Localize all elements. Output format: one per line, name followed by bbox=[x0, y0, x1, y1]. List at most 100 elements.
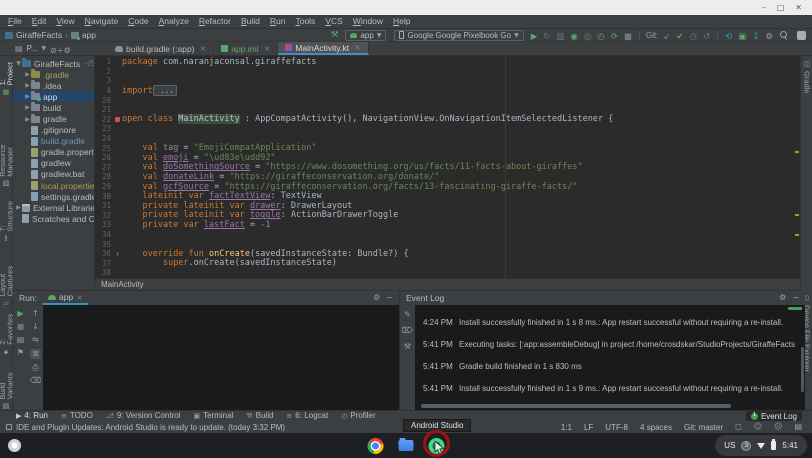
menu-refactor[interactable]: Refactor bbox=[194, 15, 236, 28]
stripe-favorites[interactable]: ★2: Favorites bbox=[0, 313, 14, 356]
menu-window[interactable]: Window bbox=[348, 15, 388, 28]
run-tab-app[interactable]: app × bbox=[43, 291, 88, 305]
collapse-all-icon[interactable]: ÷ bbox=[57, 46, 64, 55]
code-line-37[interactable]: 37 super.onCreate(savedInstanceState) bbox=[95, 258, 794, 268]
scroll-to-end-icon[interactable]: ≣ bbox=[30, 349, 41, 359]
horizontal-scrollbar[interactable] bbox=[421, 404, 731, 408]
rerun-icon[interactable]: ▶ bbox=[17, 310, 23, 318]
code-line-38[interactable]: 38 bbox=[95, 268, 794, 278]
stop-icon[interactable]: ■ bbox=[17, 323, 25, 331]
tw-logcat[interactable]: ≡6: Logcat bbox=[286, 412, 328, 420]
run-icon[interactable]: ▶ bbox=[531, 32, 538, 42]
tree-item-build[interactable]: ▶build bbox=[13, 102, 94, 113]
tree-arrow-icon[interactable]: ▶ bbox=[24, 116, 31, 123]
code-line-25[interactable]: 25 val tag = "EmojiCompatApplication" bbox=[95, 143, 794, 153]
tree-item-gradle[interactable]: ▶.gradle bbox=[13, 69, 94, 80]
code-line-4[interactable]: 4import ... bbox=[95, 86, 794, 96]
tree-arrow-icon[interactable]: ▶ bbox=[24, 93, 31, 100]
code-line-23[interactable]: 23 bbox=[95, 124, 794, 134]
status-line-separator[interactable]: LF bbox=[584, 423, 593, 432]
log-entry[interactable]: 5:41 PMInstall successfully finished in … bbox=[423, 384, 795, 393]
ide-profile-icon[interactable] bbox=[797, 31, 806, 40]
menu-code[interactable]: Code bbox=[123, 15, 153, 28]
stripe-structure[interactable]: ≔7: Structure bbox=[0, 200, 14, 242]
tab-build-gradle-app[interactable]: build.gradle (:app)× bbox=[108, 42, 214, 55]
code-line-28[interactable]: 28 val donateLink = "https://giraffecons… bbox=[95, 172, 794, 182]
profile-icon[interactable]: ◴ bbox=[597, 32, 604, 42]
tree-arrow-icon[interactable]: ▼ bbox=[15, 60, 22, 67]
menu-run[interactable]: Run bbox=[265, 15, 291, 28]
hide-panel-icon[interactable]: − bbox=[386, 294, 393, 302]
device-select[interactable]: Google Google Pixelbook Go ▼ bbox=[394, 30, 523, 41]
close-tab-icon[interactable]: × bbox=[200, 44, 207, 53]
error-marker-icon[interactable] bbox=[113, 117, 122, 122]
tab-app-iml[interactable]: app.iml× bbox=[214, 42, 278, 55]
menu-analyze[interactable]: Analyze bbox=[154, 15, 194, 28]
tree-item-gradle[interactable]: ▶gradle bbox=[13, 113, 94, 124]
chrome-app-icon[interactable] bbox=[368, 438, 384, 454]
code-line-35[interactable]: 35 bbox=[95, 239, 794, 249]
tree-item-giraffefacts[interactable]: ▼GiraffeFacts~/S bbox=[13, 58, 94, 69]
minimize-button[interactable]: – bbox=[762, 4, 766, 12]
rollback-icon[interactable]: ↺ bbox=[703, 32, 710, 42]
close-tab-icon[interactable]: × bbox=[354, 43, 361, 52]
up-stack-trace-icon[interactable]: ↑ bbox=[32, 310, 39, 318]
project-crumb[interactable]: GiraffeFacts bbox=[5, 30, 62, 40]
editor-breadcrumb[interactable]: MainActivity bbox=[95, 278, 800, 290]
apply-restart-icon[interactable]: ⟳ bbox=[611, 32, 618, 42]
device-manager-icon[interactable]: ▣ bbox=[738, 32, 746, 42]
close-icon[interactable]: × bbox=[76, 293, 83, 302]
apply-code-changes-icon[interactable]: ▥ bbox=[556, 32, 564, 42]
tree-item-gitignore[interactable]: .gitignore bbox=[13, 125, 94, 136]
down-stack-trace-icon[interactable]: ↓ bbox=[32, 323, 39, 331]
tree-item-external-libraries[interactable]: ▶External Libraries bbox=[13, 202, 94, 213]
settings-icon[interactable]: ⚙ bbox=[64, 46, 71, 55]
menu-edit[interactable]: Edit bbox=[27, 15, 52, 28]
status-indent-style[interactable]: 4 spaces bbox=[640, 423, 672, 432]
code-line-2[interactable]: 2 bbox=[95, 67, 794, 77]
launcher-button[interactable] bbox=[8, 439, 21, 452]
close-tab-icon[interactable]: × bbox=[264, 44, 271, 53]
hide-panel-icon[interactable]: − bbox=[792, 294, 799, 302]
commit-icon[interactable]: ✔ bbox=[676, 32, 683, 42]
tw-profiler[interactable]: ◴Profiler bbox=[341, 412, 375, 420]
make-project-icon[interactable]: ⚒ bbox=[331, 31, 339, 40]
memory-indicator-icon[interactable]: ▤ bbox=[794, 423, 802, 431]
code-line-30[interactable]: 30 lateinit var factTextView: TextView bbox=[95, 191, 794, 201]
warning-stripe-mark[interactable] bbox=[795, 234, 799, 236]
print-icon[interactable]: ⎙ bbox=[32, 364, 38, 372]
history-icon[interactable]: ◷ bbox=[690, 32, 697, 42]
feedback-happy-icon[interactable]: ☺ bbox=[754, 423, 762, 431]
code-editor[interactable]: 1package com.naranjaconsal.giraffefacts2… bbox=[95, 56, 800, 290]
system-tray[interactable]: US 3 5:41 bbox=[715, 435, 807, 456]
apply-changes-icon[interactable]: ↻ bbox=[543, 32, 550, 42]
pin-icon[interactable]: ⚑ bbox=[17, 349, 24, 357]
event-log-button[interactable]: 1 Event Log bbox=[746, 411, 802, 421]
feedback-sad-icon[interactable]: ☹ bbox=[774, 423, 782, 431]
menu-vcs[interactable]: VCS bbox=[320, 15, 347, 28]
code-line-32[interactable]: 32 private lateinit var toggle: ActionBa… bbox=[95, 211, 794, 221]
stripe-gradle[interactable]: ◫Gradle bbox=[803, 60, 811, 94]
breadcrumb-class[interactable]: MainActivity bbox=[101, 280, 144, 289]
tree-item-settings-gradle[interactable]: settings.gradle bbox=[13, 191, 94, 202]
warning-stripe-mark[interactable] bbox=[795, 214, 799, 216]
stop-icon[interactable]: ■ bbox=[624, 32, 632, 42]
project-view-label[interactable]: P... bbox=[27, 44, 38, 53]
code-line-22[interactable]: 22open class MainActivity : AppCompatAct… bbox=[95, 115, 794, 125]
tw-version-control[interactable]: ⎇9: Version Control bbox=[106, 412, 181, 420]
menu-help[interactable]: Help bbox=[388, 15, 415, 28]
stripe-build-variants[interactable]: ▤Build Variants bbox=[0, 362, 14, 410]
log-entry[interactable]: 4:24 PMInstall successfully finished in … bbox=[423, 318, 795, 327]
menu-navigate[interactable]: Navigate bbox=[80, 15, 124, 28]
status-git-branch[interactable]: Git: master bbox=[684, 423, 723, 432]
search-everywhere-icon[interactable] bbox=[780, 31, 789, 40]
tab-mainactivity-kt[interactable]: MainActivity.kt× bbox=[278, 42, 368, 55]
code-line-1[interactable]: 1package com.naranjaconsal.giraffefacts bbox=[95, 57, 794, 67]
sync-project-icon[interactable]: ⟲ bbox=[725, 32, 732, 42]
status-encoding[interactable]: UTF-8 bbox=[605, 423, 628, 432]
run-config-select[interactable]: app ▼ bbox=[345, 30, 386, 41]
tree-item-gradlew[interactable]: gradlew bbox=[13, 158, 94, 169]
restore-button[interactable]: □ bbox=[777, 4, 785, 12]
menu-file[interactable]: File bbox=[3, 15, 27, 28]
tree-item-gradlew-bat[interactable]: gradlew.bat bbox=[13, 169, 94, 180]
